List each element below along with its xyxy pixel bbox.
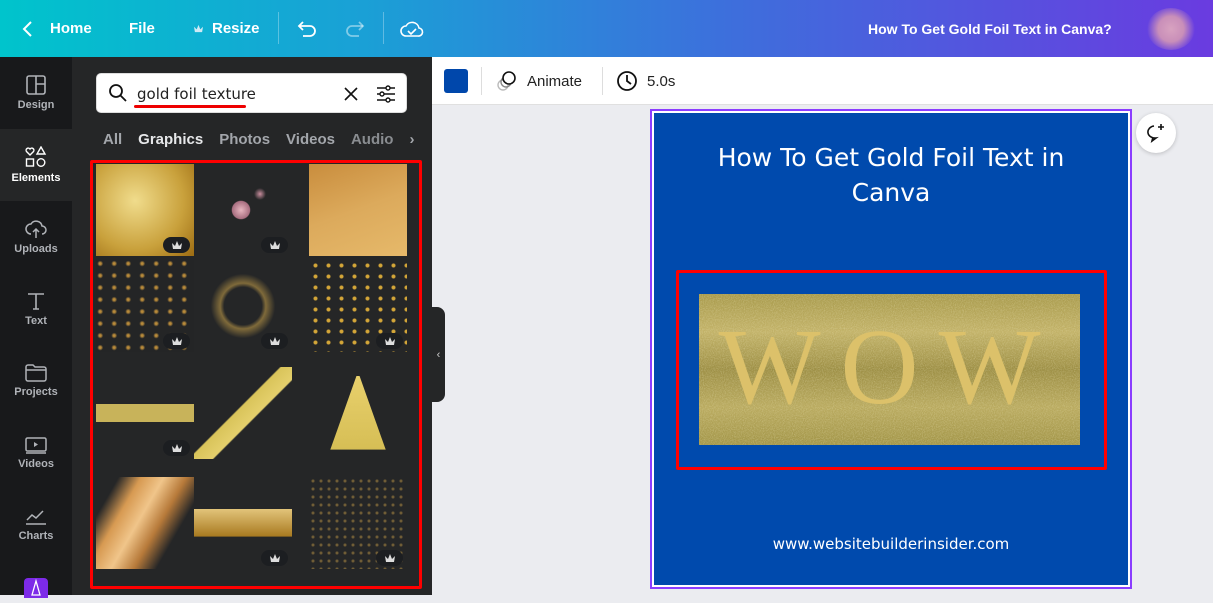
rail-label: Design (17, 99, 55, 111)
result-tabs: All Graphics Photos Videos Audio › (103, 131, 414, 148)
search-box[interactable]: gold foil texture (96, 73, 407, 113)
rail-item-text[interactable]: Text (0, 273, 72, 345)
search-icon (109, 84, 127, 102)
clear-icon[interactable] (343, 86, 359, 102)
filter-icon[interactable] (376, 84, 396, 104)
premium-crown-icon (261, 550, 288, 566)
comment-add-icon (1147, 124, 1164, 143)
save-status-button[interactable] (400, 0, 424, 57)
add-comment-button[interactable] (1136, 113, 1176, 153)
premium-crown-icon (376, 333, 403, 349)
editor-toolbar: Animate 5.0s (432, 57, 1213, 105)
file-menu-button[interactable]: File (129, 0, 155, 57)
rail-item-projects[interactable]: Projects (0, 345, 72, 417)
shapes-icon (25, 146, 47, 167)
premium-crown-icon (163, 237, 190, 253)
cloud-check-icon (400, 21, 424, 37)
rail-item-elements[interactable]: Elements (0, 129, 72, 201)
divider (278, 12, 279, 44)
duration-label: 5.0s (647, 72, 676, 90)
tab-audio[interactable]: Audio (351, 131, 394, 148)
premium-crown-icon (163, 333, 190, 349)
rail-label: Elements (11, 172, 61, 184)
footer-url-text[interactable]: www.websitebuilderinsider.com (654, 535, 1128, 553)
tab-videos[interactable]: Videos (286, 131, 335, 148)
design-canvas[interactable]: How To Get Gold Foil Text in Canva WOW w… (650, 109, 1132, 589)
rail-item-videos[interactable]: Videos (0, 417, 72, 489)
resize-button[interactable]: Resize (193, 0, 260, 57)
divider (481, 67, 482, 95)
tab-all[interactable]: All (103, 131, 122, 148)
animate-icon (497, 71, 516, 91)
cloud-upload-icon (25, 220, 47, 238)
home-label: Home (50, 20, 92, 37)
premium-crown-icon (261, 237, 288, 253)
chevron-left-icon (22, 20, 32, 37)
elements-panel: gold foil texture All Graphics Photos Vi… (72, 57, 432, 595)
gold-foil-text-element[interactable]: WOW (699, 294, 1080, 445)
crown-icon (194, 24, 203, 33)
redo-button[interactable] (343, 0, 365, 57)
result-thumbnail-gold-paper-texture[interactable] (309, 164, 407, 256)
top-bar: Home File Resize How To Get Gold Foil Te… (0, 0, 1213, 57)
chart-line-icon (26, 510, 46, 525)
tabs-next-icon[interactable]: › (409, 131, 414, 148)
undo-icon (297, 20, 316, 37)
rail-label: Projects (14, 386, 58, 398)
divider (383, 12, 384, 44)
text-icon (28, 293, 44, 310)
rail-item-charts[interactable]: Charts (0, 489, 72, 561)
result-thumbnail-gold-brush-stroke[interactable] (96, 477, 194, 569)
app-icon[interactable] (24, 578, 48, 598)
side-rail: Design Elements Uploads Text Projects Vi… (0, 57, 72, 598)
divider (602, 67, 603, 95)
animate-button[interactable]: Animate (496, 57, 582, 105)
folder-icon (25, 364, 47, 382)
file-label: File (129, 20, 155, 37)
rail-label: Uploads (14, 243, 58, 255)
premium-crown-icon (163, 440, 190, 456)
rail-label: Charts (18, 530, 54, 542)
premium-crown-icon (376, 550, 403, 566)
design-page[interactable]: How To Get Gold Foil Text in Canva WOW w… (654, 113, 1128, 585)
tab-graphics[interactable]: Graphics (138, 131, 203, 148)
resize-label: Resize (212, 20, 260, 37)
home-button[interactable]: Home (22, 0, 92, 57)
document-title[interactable]: How To Get Gold Foil Text in Canva? (868, 0, 1112, 57)
premium-crown-icon (261, 333, 288, 349)
undo-button[interactable] (297, 0, 319, 57)
duration-button[interactable]: 5.0s (616, 57, 675, 105)
result-thumbnail-champagne-bottle[interactable] (194, 367, 292, 459)
avatar[interactable] (1147, 8, 1195, 50)
clock-icon (617, 71, 637, 91)
design-title-text[interactable]: How To Get Gold Foil Text in Canva (654, 140, 1128, 210)
animate-label: Animate (527, 72, 583, 90)
rail-label: Videos (18, 458, 54, 470)
rail-item-uploads[interactable]: Uploads (0, 201, 72, 273)
rail-label: Text (25, 315, 47, 327)
pen-icon (31, 578, 41, 596)
wow-text: WOW (718, 308, 1061, 427)
layout-icon (26, 75, 46, 95)
annotation-underline (134, 105, 246, 108)
rail-item-design[interactable]: Design (0, 57, 72, 129)
video-icon (25, 437, 47, 454)
redo-icon (346, 20, 365, 37)
search-input[interactable]: gold foil texture (137, 85, 256, 103)
panel-collapse-handle[interactable]: ‹ (432, 307, 445, 402)
tab-photos[interactable]: Photos (219, 131, 270, 148)
color-swatch-button[interactable] (444, 69, 468, 93)
chevron-left-icon: ‹ (436, 348, 441, 361)
